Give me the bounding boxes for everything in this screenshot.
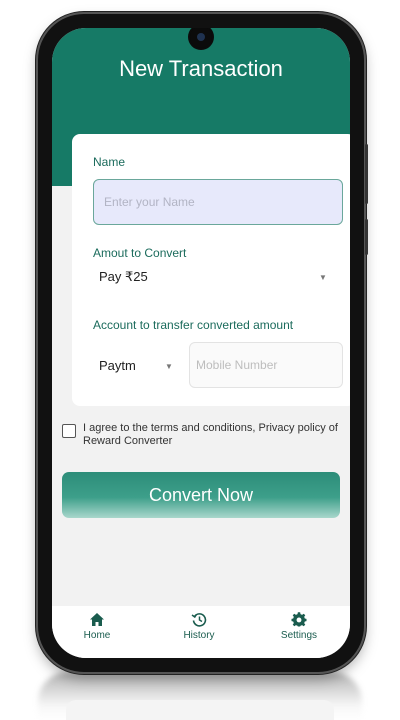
nav-item-settings[interactable]: Settings xyxy=(264,612,334,641)
power-button xyxy=(365,219,368,255)
terms-text: I agree to the terms and conditions, Pri… xyxy=(83,422,338,447)
terms-row: I agree to the terms and conditions, Pri… xyxy=(62,422,350,450)
name-input[interactable] xyxy=(93,179,343,225)
history-icon xyxy=(191,613,207,627)
nav-label-home: Home xyxy=(83,630,111,641)
app-screen: New Transaction Name Amout to Convert Pa… xyxy=(52,28,350,658)
page-title: New Transaction xyxy=(119,56,283,81)
terms-checkbox[interactable] xyxy=(62,424,76,438)
chevron-down-icon: ▼ xyxy=(165,362,173,371)
account-label: Account to transfer converted amount xyxy=(93,318,294,332)
account-selected-value: Paytm xyxy=(99,358,136,373)
amount-selected-value: Pay ₹25 xyxy=(99,269,148,284)
home-icon xyxy=(90,613,104,626)
account-select[interactable]: Paytm ▼ xyxy=(93,352,183,380)
gear-icon xyxy=(291,612,307,627)
bottom-nav: Home History Settings xyxy=(52,606,350,658)
transaction-form-card: Name Amout to Convert Pay ₹25 ▼ Account … xyxy=(72,134,350,406)
mobile-number-input[interactable] xyxy=(189,342,343,388)
phone-reflection-inner xyxy=(66,700,334,720)
phone-frame: New Transaction Name Amout to Convert Pa… xyxy=(38,14,368,672)
amount-select[interactable]: Pay ₹25 ▼ xyxy=(93,262,343,290)
nav-item-history[interactable]: History xyxy=(164,612,234,641)
convert-now-button[interactable]: Convert Now xyxy=(62,472,340,518)
chevron-down-icon: ▼ xyxy=(319,273,327,282)
name-label: Name xyxy=(93,155,126,169)
nav-label-settings: Settings xyxy=(280,630,318,641)
nav-item-home[interactable]: Home xyxy=(62,612,132,641)
nav-label-history: History xyxy=(183,630,215,641)
volume-button xyxy=(365,144,368,204)
amount-label: Amout to Convert xyxy=(93,246,187,260)
